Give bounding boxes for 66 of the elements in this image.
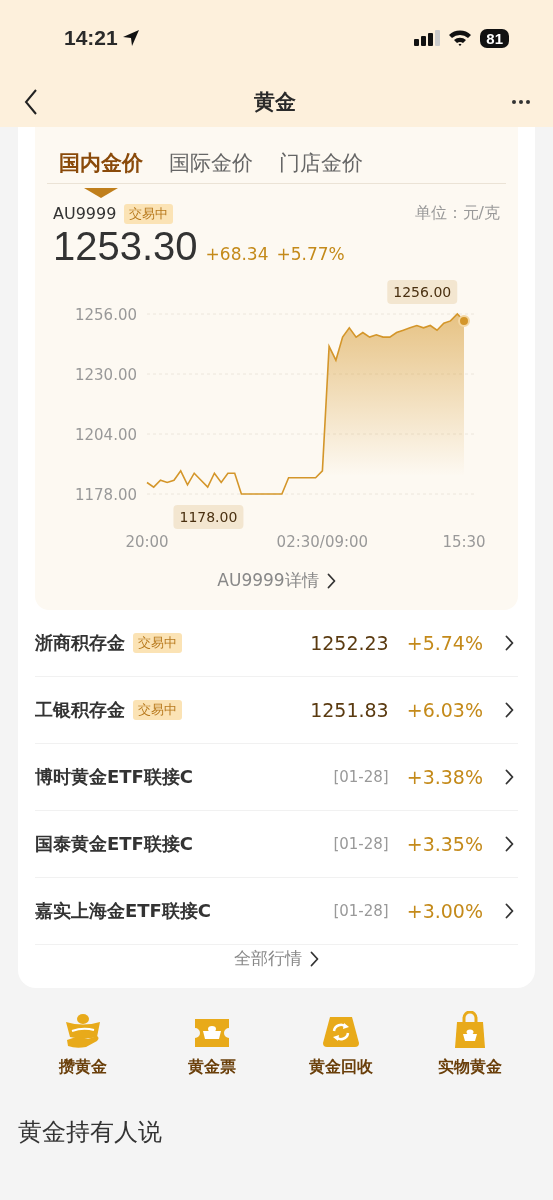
trading-status: 交易中 xyxy=(133,700,182,720)
product-price: 1251.83 xyxy=(310,699,389,721)
price-callout: 1178.00 xyxy=(173,505,244,529)
product-date: [01-28] xyxy=(333,768,389,786)
location-arrow-icon xyxy=(121,29,140,47)
shortcut-button[interactable]: 攒黄金 xyxy=(18,1008,148,1078)
y-axis-label: 1256.00 xyxy=(74,306,137,324)
product-change: +3.35% xyxy=(406,833,483,855)
status-time: 14:21 xyxy=(64,26,118,50)
percent-change: +5.77% xyxy=(276,244,345,264)
product-name: 博时黄金ETF联接C xyxy=(35,765,194,789)
ticket-icon xyxy=(192,1017,231,1049)
y-axis-label: 1178.00 xyxy=(74,486,137,504)
back-icon[interactable] xyxy=(24,88,38,115)
more-icon[interactable] xyxy=(511,98,531,105)
price-tab[interactable]: 国际金价 xyxy=(169,141,253,197)
price-change: +68.34 xyxy=(205,244,269,264)
shortcut-button[interactable]: 实物黄金 xyxy=(405,1008,535,1078)
y-axis-label: 1230.00 xyxy=(74,366,137,384)
battery-indicator: 81 xyxy=(480,28,509,48)
product-date: [01-28] xyxy=(333,835,389,853)
product-row[interactable]: 浙商积存金 交易中 1252.23 +5.74% xyxy=(35,610,518,677)
product-name: 国泰黄金ETF联接C xyxy=(35,832,194,856)
shortcut-button[interactable]: 黄金票 xyxy=(147,1008,277,1078)
chevron-right-icon xyxy=(310,950,319,967)
product-row[interactable]: 工银积存金 交易中 1251.83 +6.03% xyxy=(35,677,518,744)
signal-icon xyxy=(414,30,441,46)
contract-code: AU9999 xyxy=(53,204,117,223)
current-price: 1253.30 xyxy=(53,224,198,269)
chevron-right-icon xyxy=(505,903,514,919)
product-change: +6.03% xyxy=(406,699,483,721)
x-axis-label: 15:30 xyxy=(442,533,486,551)
product-change: +5.74% xyxy=(406,632,483,654)
detail-link[interactable]: AU9999详情 xyxy=(213,565,340,596)
product-change: +3.00% xyxy=(406,900,483,922)
recycle-icon xyxy=(321,1015,362,1049)
trading-status: 交易中 xyxy=(133,633,182,653)
wifi-icon xyxy=(448,29,473,47)
chevron-right-icon xyxy=(326,572,336,589)
product-change: +3.38% xyxy=(406,766,483,788)
unit-label: 单位：元/克 xyxy=(414,203,500,224)
shopping-bag-icon xyxy=(453,1011,488,1049)
product-name: 工银积存金 xyxy=(35,698,125,722)
chevron-right-icon xyxy=(505,635,514,651)
chevron-right-icon xyxy=(505,702,514,718)
product-row[interactable]: 博时黄金ETF联接C [01-28] +3.38% xyxy=(35,744,518,811)
ingot-hand-icon xyxy=(63,1013,102,1049)
product-date: [01-28] xyxy=(333,902,389,920)
y-axis-label: 1204.00 xyxy=(74,426,137,444)
x-axis-label: 20:00 xyxy=(125,533,169,551)
shortcut-button[interactable]: 黄金回收 xyxy=(276,1008,406,1078)
product-row[interactable]: 嘉实上海金ETF联接C [01-28] +3.00% xyxy=(35,878,518,945)
section-title: 黄金持有人说 xyxy=(17,1117,163,1148)
all-quotes-link[interactable]: 全部行情 xyxy=(230,943,323,974)
chevron-right-icon xyxy=(505,836,514,852)
chevron-right-icon xyxy=(505,769,514,785)
price-tab[interactable]: 门店金价 xyxy=(279,141,363,197)
product-name: 嘉实上海金ETF联接C xyxy=(35,899,212,923)
product-row[interactable]: 国泰黄金ETF联接C [01-28] +3.35% xyxy=(35,811,518,878)
page-title: 黄金 xyxy=(253,88,296,116)
product-price: 1252.23 xyxy=(310,632,389,654)
current-price-dot xyxy=(458,314,470,327)
x-axis-label: 02:30/09:00 xyxy=(276,533,369,551)
trading-status: 交易中 xyxy=(124,203,174,224)
product-name: 浙商积存金 xyxy=(35,631,125,655)
price-callout: 1256.00 xyxy=(387,280,458,304)
